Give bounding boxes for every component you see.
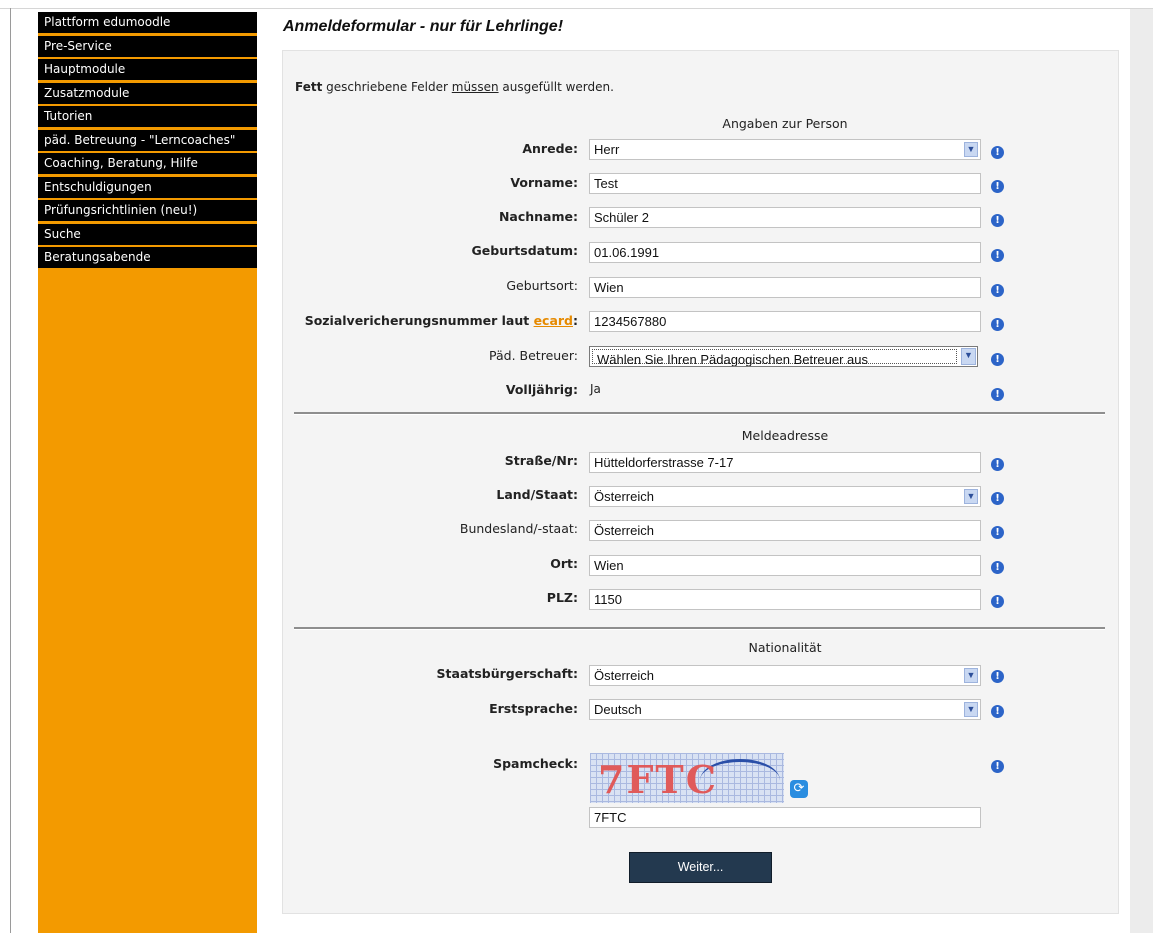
staatsbuergerschaft-select[interactable]: Österreich ▼ (589, 665, 981, 686)
sidebar-item-coaching[interactable]: Coaching, Beratung, Hilfe (38, 153, 257, 175)
sidebar-item-entschuldigungen[interactable]: Entschuldigungen (38, 177, 257, 199)
spamcheck-input[interactable]: 7FTC (589, 807, 981, 828)
info-icon[interactable]: ! (991, 595, 1004, 608)
svnr-label: Sozialvericherungsnummer laut ecard: (304, 313, 578, 328)
erstsprache-label: Erstsprache: (489, 701, 578, 716)
info-icon[interactable]: ! (991, 670, 1004, 683)
chevron-down-icon[interactable]: ▼ (964, 668, 978, 683)
vorname-input[interactable]: Test (589, 173, 981, 194)
info-icon[interactable]: ! (991, 705, 1004, 718)
nachname-label: Nachname: (498, 209, 578, 224)
land-select[interactable]: Österreich ▼ (589, 486, 981, 507)
geburtsort-label: Geburtsort: (506, 278, 578, 293)
chevron-down-icon[interactable]: ▼ (964, 702, 978, 717)
sidebar: Plattform edumoodle Pre-Service Hauptmod… (38, 12, 257, 933)
info-icon[interactable]: ! (991, 353, 1004, 366)
bundesland-input[interactable]: Österreich (589, 520, 981, 541)
info-icon[interactable]: ! (991, 180, 1004, 193)
info-icon[interactable]: ! (991, 388, 1004, 401)
section-divider (294, 627, 1105, 630)
sidebar-item-pre-service[interactable]: Pre-Service (38, 36, 257, 58)
info-icon[interactable]: ! (991, 760, 1004, 773)
ort-input[interactable]: Wien (589, 555, 981, 576)
chevron-down-icon[interactable]: ▼ (964, 489, 978, 504)
svnr-input[interactable]: 1234567880 (589, 311, 981, 332)
left-border (10, 8, 11, 933)
sidebar-item-lerncoaches[interactable]: päd. Betreuung - "Lerncoaches" (38, 130, 257, 152)
betreuer-select[interactable]: Wählen Sie Ihren Pädagogischen Betreuer … (589, 346, 978, 367)
sidebar-item-plattform-edumoodle[interactable]: Plattform edumoodle (38, 12, 257, 34)
ecard-link[interactable]: ecard (534, 313, 573, 328)
volljaehrig-value: Ja (590, 382, 601, 396)
anrede-select[interactable]: Herr ▼ (589, 139, 981, 160)
chevron-down-icon[interactable]: ▼ (964, 142, 978, 157)
info-icon[interactable]: ! (991, 458, 1004, 471)
sidebar-item-tutorien[interactable]: Tutorien (38, 106, 257, 128)
sidebar-item-suche[interactable]: Suche (38, 224, 257, 246)
section-divider (294, 412, 1105, 415)
land-label: Land/Staat: (496, 487, 578, 502)
captcha-text: 7FTC (598, 757, 718, 802)
geburtsort-input[interactable]: Wien (589, 277, 981, 298)
ort-label: Ort: (550, 556, 578, 571)
intro-bold: Fett (295, 80, 323, 94)
betreuer-label: Päd. Betreuer: (489, 348, 578, 363)
strasse-input[interactable]: Hütteldorferstrasse 7-17 (589, 452, 981, 473)
plz-label: PLZ: (546, 590, 578, 605)
captcha-image: 7FTC (590, 753, 784, 803)
sidebar-item-beratungsabende[interactable]: Beratungsabende (38, 247, 257, 269)
info-icon[interactable]: ! (991, 284, 1004, 297)
sidebar-item-pruefungsrichtlinien[interactable]: Prüfungsrichtlinien (neu!) (38, 200, 257, 222)
info-icon[interactable]: ! (991, 214, 1004, 227)
intro-text: geschriebene Felder (322, 80, 452, 94)
form-intro: Fett geschriebene Felder müssen ausgefül… (295, 80, 614, 94)
section-title-address: Meldeadresse (741, 428, 829, 443)
nachname-input[interactable]: Schüler 2 (589, 207, 981, 228)
anrede-label: Anrede: (522, 141, 578, 156)
spamcheck-label: Spamcheck: (493, 756, 578, 771)
chevron-down-icon[interactable]: ▼ (961, 348, 976, 365)
section-title-person: Angaben zur Person (722, 116, 848, 131)
sidebar-item-hauptmodule[interactable]: Hauptmodule (38, 59, 257, 81)
page-title: Anmeldeformular - nur für Lehrlinge! (283, 18, 564, 35)
info-icon[interactable]: ! (991, 561, 1004, 574)
section-title-nationality: Nationalität (748, 640, 822, 655)
erstsprache-select[interactable]: Deutsch ▼ (589, 699, 981, 720)
staatsbuergerschaft-label: Staatsbürgerschaft: (436, 666, 578, 681)
intro-text-end: ausgefüllt werden. (498, 80, 614, 94)
info-icon[interactable]: ! (991, 318, 1004, 331)
strasse-label: Straße/Nr: (504, 453, 578, 468)
plz-input[interactable]: 1150 (589, 589, 981, 610)
bundesland-label: Bundesland/-staat: (459, 521, 578, 536)
weiter-button[interactable]: Weiter... (629, 852, 772, 883)
sidebar-item-zusatzmodule[interactable]: Zusatzmodule (38, 83, 257, 105)
info-icon[interactable]: ! (991, 526, 1004, 539)
geburtsdatum-label: Geburtsdatum: (471, 243, 578, 258)
vorname-label: Vorname: (510, 175, 578, 190)
top-border (0, 8, 1153, 9)
info-icon[interactable]: ! (991, 146, 1004, 159)
intro-underline: müssen (451, 80, 499, 94)
refresh-icon[interactable]: ⟳ (790, 780, 808, 798)
info-icon[interactable]: ! (991, 249, 1004, 262)
info-icon[interactable]: ! (991, 492, 1004, 505)
right-gutter (1130, 9, 1153, 933)
volljaehrig-label: Volljährig: (505, 382, 578, 397)
geburtsdatum-input[interactable]: 01.06.1991 (589, 242, 981, 263)
